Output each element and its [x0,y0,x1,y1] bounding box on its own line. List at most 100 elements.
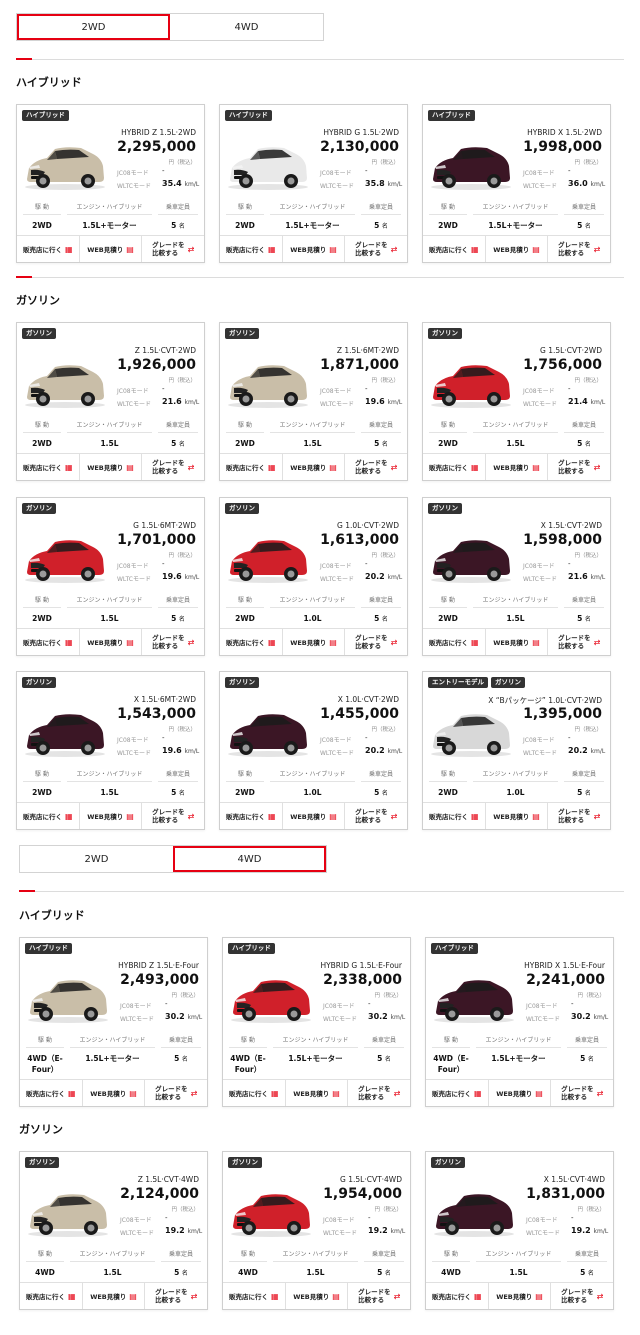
web-estimate-button[interactable]: WEB見積り ▤ [489,1283,552,1309]
dealer-button[interactable]: 販売店に行く ▦ [220,629,283,655]
seats-value: 5 名 [174,1268,188,1277]
tax-note: 円（税込） [168,553,196,559]
car-thumbnail[interactable] [21,141,107,191]
tab-2wd[interactable]: 2WD [17,14,170,40]
document-icon: ▤ [129,1291,137,1301]
web-estimate-button[interactable]: WEB見積り ▤ [283,629,346,655]
compare-button[interactable]: グレードを 比較する ⇄ [345,236,407,262]
web-estimate-button[interactable]: WEB見積り ▤ [80,629,143,655]
compare-button[interactable]: グレードを 比較する ⇄ [345,454,407,480]
dealer-button[interactable]: 販売店に行く ▦ [17,454,80,480]
car-thumbnail[interactable] [430,974,516,1024]
car-thumbnail[interactable] [430,1188,516,1238]
dealer-button[interactable]: 販売店に行く ▦ [20,1283,83,1309]
web-estimate-button[interactable]: WEB見積り ▤ [83,1080,146,1106]
web-estimate-button[interactable]: WEB見積り ▤ [283,454,346,480]
car-thumbnail[interactable] [427,141,513,191]
tab-4wd[interactable]: 4WD [173,846,326,872]
web-estimate-button[interactable]: WEB見積り ▤ [489,1080,552,1106]
store-icon: ▦ [68,1088,76,1098]
shuffle-icon: ⇄ [390,462,398,472]
drive-value: 4WD（E-Four） [230,1054,266,1074]
web-estimate-button[interactable]: WEB見積り ▤ [486,454,549,480]
spec-table: 駆 動 4WD（E-Four） エンジン・ハイブリッド 1.5L+モーター 乗車定員… [26,1035,201,1075]
drive-label: 駆 動 [226,202,264,215]
car-thumbnail[interactable] [227,1188,313,1238]
tax-note: 円（税込） [371,553,399,559]
shuffle-icon: ⇄ [593,462,601,472]
web-estimate-button[interactable]: WEB見積り ▤ [486,803,549,829]
jc08-value: - [365,167,368,175]
dealer-button[interactable]: 販売店に行く ▦ [426,1283,489,1309]
car-thumbnail[interactable] [224,359,310,409]
compare-button[interactable]: グレードを 比較する ⇄ [551,1283,613,1309]
car-thumbnail[interactable] [224,534,310,584]
compare-button[interactable]: グレードを 比較する ⇄ [142,454,204,480]
web-estimate-button[interactable]: WEB見積り ▤ [283,236,346,262]
compare-button[interactable]: グレードを 比較する ⇄ [142,803,204,829]
engine-label: エンジン・ハイブリッド [270,595,355,608]
wltc-label: WLTCモード [320,183,354,190]
seats-label: 乗車定員 [158,769,198,782]
wltc-label: WLTCモード [117,183,151,190]
category-badge: ハイブリッド [228,943,275,954]
compare-button[interactable]: グレードを 比較する ⇄ [548,803,610,829]
store-icon: ▦ [271,1088,279,1098]
web-estimate-button[interactable]: WEB見積り ▤ [486,236,549,262]
dealer-button[interactable]: 販売店に行く ▦ [220,454,283,480]
dealer-button[interactable]: 販売店に行く ▦ [423,803,486,829]
price: 1,871,000 [320,357,399,373]
web-estimate-button[interactable]: WEB見積り ▤ [486,629,549,655]
car-thumbnail[interactable] [224,141,310,191]
compare-button[interactable]: グレードを 比較する ⇄ [145,1080,207,1106]
web-estimate-button[interactable]: WEB見積り ▤ [80,803,143,829]
web-estimate-button[interactable]: WEB見積り ▤ [286,1283,349,1309]
dealer-button[interactable]: 販売店に行く ▦ [220,236,283,262]
dealer-button[interactable]: 販売店に行く ▦ [17,236,80,262]
engine-value: 1.5L [303,439,322,448]
compare-button[interactable]: グレードを 比較する ⇄ [142,236,204,262]
car-thumbnail[interactable] [427,534,513,584]
compare-button[interactable]: グレードを 比較する ⇄ [145,1283,207,1309]
jc08-value: - [365,560,368,568]
car-image [228,540,308,583]
car-thumbnail[interactable] [21,534,107,584]
car-thumbnail[interactable] [227,974,313,1024]
compare-button[interactable]: グレードを 比較する ⇄ [548,629,610,655]
grade-card: ハイブリッド HYBRID Z 1.5L·E-Four 2,493,000 円（… [19,937,208,1107]
compare-button[interactable]: グレードを 比較する ⇄ [551,1080,613,1106]
dealer-button[interactable]: 販売店に行く ▦ [220,803,283,829]
compare-button[interactable]: グレードを 比較する ⇄ [348,1080,410,1106]
car-thumbnail[interactable] [427,359,513,409]
car-thumbnail[interactable] [21,708,107,758]
dealer-button[interactable]: 販売店に行く ▦ [223,1283,286,1309]
dealer-button[interactable]: 販売店に行く ▦ [20,1080,83,1106]
web-estimate-button[interactable]: WEB見積り ▤ [283,803,346,829]
tax-note: 円（税込） [374,993,402,999]
dealer-button[interactable]: 販売店に行く ▦ [423,236,486,262]
car-thumbnail[interactable] [224,708,310,758]
compare-button[interactable]: グレードを 比較する ⇄ [345,803,407,829]
compare-button[interactable]: グレードを 比較する ⇄ [142,629,204,655]
car-thumbnail[interactable] [24,974,110,1024]
compare-button[interactable]: グレードを 比較する ⇄ [348,1283,410,1309]
dealer-button[interactable]: 販売店に行く ▦ [426,1080,489,1106]
web-estimate-button[interactable]: WEB見積り ▤ [83,1283,146,1309]
dealer-button[interactable]: 販売店に行く ▦ [423,629,486,655]
compare-button[interactable]: グレードを 比較する ⇄ [548,236,610,262]
tab-2wd[interactable]: 2WD [20,846,173,872]
car-thumbnail[interactable] [427,708,513,758]
drive-label: 駆 動 [226,420,264,433]
web-estimate-button[interactable]: WEB見積り ▤ [80,236,143,262]
compare-button[interactable]: グレードを 比較する ⇄ [548,454,610,480]
dealer-button[interactable]: 販売店に行く ▦ [17,803,80,829]
car-thumbnail[interactable] [24,1188,110,1238]
dealer-button[interactable]: 販売店に行く ▦ [17,629,80,655]
compare-button[interactable]: グレードを 比較する ⇄ [345,629,407,655]
dealer-button[interactable]: 販売店に行く ▦ [423,454,486,480]
car-thumbnail[interactable] [21,359,107,409]
dealer-button[interactable]: 販売店に行く ▦ [223,1080,286,1106]
web-estimate-button[interactable]: WEB見積り ▤ [286,1080,349,1106]
tab-4wd[interactable]: 4WD [170,14,323,40]
web-estimate-button[interactable]: WEB見積り ▤ [80,454,143,480]
